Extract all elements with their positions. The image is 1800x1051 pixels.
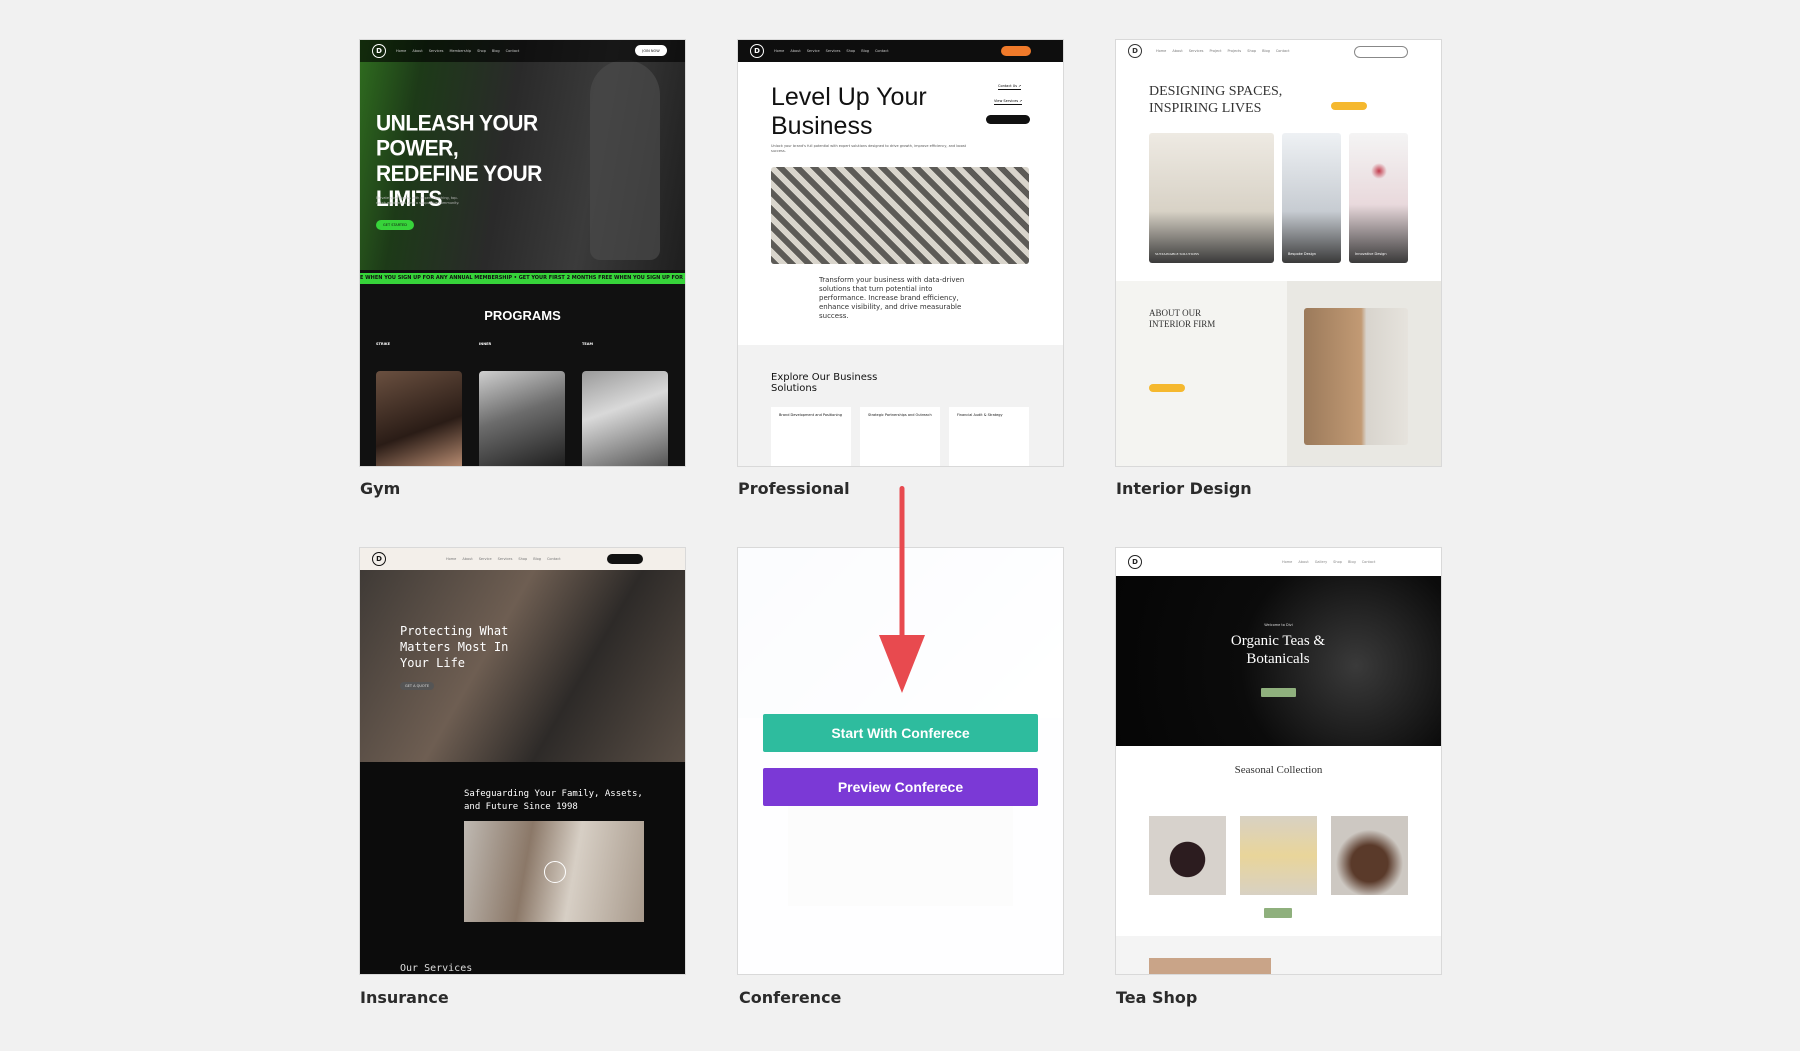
nav-button: [1354, 46, 1408, 58]
nav-button: [607, 554, 643, 564]
bedroom-photo: [1304, 308, 1408, 445]
template-label: Tea Shop: [1116, 988, 1198, 1007]
divi-logo-icon: D: [372, 552, 386, 566]
template-label: Interior Design: [1116, 479, 1252, 498]
gym-ticker: E WHEN YOU SIGN UP FOR ANY ANNUAL MEMBER…: [360, 273, 685, 284]
tea-product-photo: [1240, 816, 1317, 895]
tea-footer-photo: [1149, 958, 1271, 974]
start-with-template-button[interactable]: Start With Conferece: [763, 714, 1038, 752]
tea-product-photo: [1149, 816, 1226, 895]
solution-card: Brand Development and Positioning: [771, 407, 851, 466]
professional-hero-title: Level Up Your Business: [771, 83, 927, 140]
design-tile: SUSTAINABLE SOLUTIONS: [1149, 133, 1274, 263]
template-card-interior-design[interactable]: D Home About Services Project Projects Shop Bl…: [1116, 40, 1441, 466]
program-photo: [479, 371, 565, 466]
tea-product-photo: [1331, 816, 1408, 895]
down-arrow-icon: [879, 486, 925, 693]
template-label: Conference: [739, 988, 842, 1007]
play-icon: [544, 861, 566, 883]
insurance-cta: GET A QUOTE: [400, 682, 434, 690]
template-card-insurance[interactable]: D Home About Service Services Shop Blog Contac…: [360, 548, 685, 974]
insurance-hero-title: Protecting What Matters Most In Your Lif…: [400, 624, 509, 670]
program-photo: [376, 371, 462, 466]
family-photo: [464, 821, 644, 922]
services-title: Our Services: [400, 963, 473, 974]
gym-programs-title: PROGRAMS: [484, 308, 561, 323]
divi-logo-icon: D: [372, 44, 386, 58]
insurance-subtitle: Safeguarding Your Family, Assets, and Fu…: [464, 789, 643, 812]
tea-cta: [1261, 688, 1296, 697]
design-tile: Innovative Design: [1349, 133, 1408, 263]
solution-card: Financial Audit & Strategy: [949, 407, 1029, 466]
services-link: View Services ↗: [994, 99, 1023, 105]
interior-hero-title: DESIGNING SPACES, INSPIRING LIVES: [1149, 84, 1283, 116]
tea-shop-button: [1264, 908, 1292, 918]
solution-card: Strategic Partnerships and Outreach: [860, 407, 940, 466]
template-card-gym[interactable]: D Home About Services Membership Shop Blog Con…: [360, 40, 685, 466]
template-card-professional[interactable]: D Home About Service Services Shop Blog Contac…: [738, 40, 1063, 466]
template-card-tea-shop[interactable]: D Home About Gallery Shop Blog Contact Welcom…: [1116, 548, 1441, 974]
program-label: TEAM: [582, 342, 593, 346]
contact-link: Contact Us ↗: [998, 84, 1022, 90]
tea-hero-title: Organic Teas & Botanicals: [1230, 633, 1326, 667]
template-label: Professional: [738, 479, 850, 498]
about-title: ABOUT OUR INTERIOR FIRM: [1149, 308, 1216, 329]
professional-cta: [986, 115, 1030, 124]
divi-logo-icon: D: [1128, 555, 1142, 569]
professional-section-title: Explore Our Business Solutions: [771, 372, 878, 394]
professional-hero-text: Unlock your brand's full potential with …: [771, 144, 967, 153]
professional-body-text: Transform your business with data-driven…: [819, 276, 965, 320]
gym-get-started-button: GET STARTED: [376, 220, 414, 230]
divi-logo-icon: D: [1128, 44, 1142, 58]
preview-template-button[interactable]: Preview Conferece: [763, 768, 1038, 806]
about-cta: [1149, 384, 1185, 392]
seasonal-title: Seasonal Collection: [1234, 764, 1323, 776]
template-label: Gym: [360, 479, 401, 498]
template-label: Insurance: [360, 988, 449, 1007]
divi-logo-icon: D: [750, 44, 764, 58]
building-photo: [771, 167, 1029, 264]
join-now-button: JOIN NOW: [635, 45, 667, 56]
design-tile: Bespoke Design: [1282, 133, 1341, 263]
nav-cta-button: [1001, 46, 1031, 56]
tea-eyebrow: Welcome to Divi: [1264, 623, 1293, 627]
gym-hero-text: Elevate your fitness with expert coachin…: [376, 196, 460, 205]
program-photo: [582, 371, 668, 466]
interior-cta: [1331, 102, 1367, 110]
program-label: STRIKE: [376, 342, 391, 346]
program-label: INNER: [479, 342, 492, 346]
